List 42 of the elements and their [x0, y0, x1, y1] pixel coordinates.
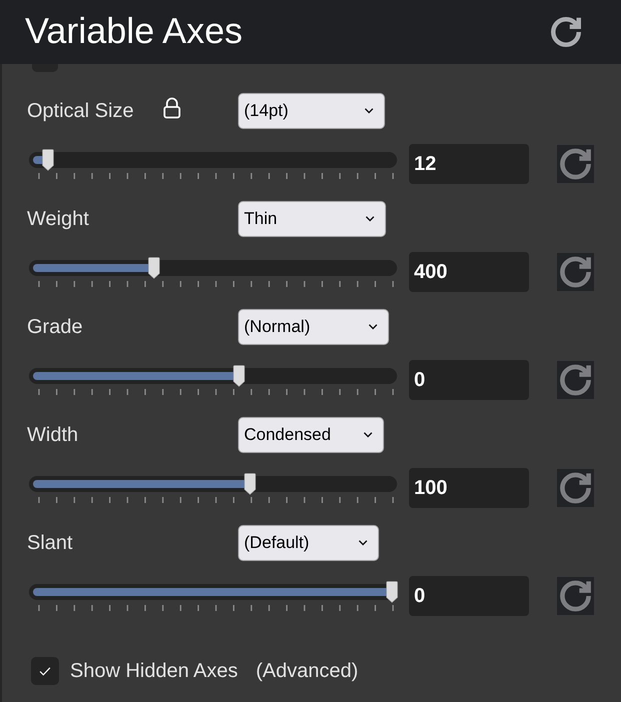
axis-label: Optical Size [27, 101, 134, 121]
chevron-down-icon [365, 216, 375, 222]
value-field[interactable]: 0 [409, 360, 529, 400]
reset-all-button[interactable] [548, 14, 584, 50]
checkmark-icon [39, 666, 51, 676]
value-field[interactable]: 12 [409, 144, 529, 184]
slider-track[interactable] [29, 365, 397, 387]
preset-dropdown[interactable]: (14pt) [238, 93, 385, 129]
slider-thumb[interactable] [42, 149, 54, 171]
reset-button[interactable] [557, 253, 594, 291]
advanced-note: (Advanced) [256, 659, 358, 684]
checkbox[interactable] [31, 657, 59, 685]
slider-thumb[interactable] [386, 581, 398, 603]
axis-label: Weight [27, 209, 89, 229]
axis-label: Grade [27, 317, 83, 337]
axis-label: Slant [27, 533, 73, 553]
slider-thumb[interactable] [244, 473, 256, 495]
value-field[interactable]: 400 [409, 252, 529, 292]
slider-thumb[interactable] [148, 257, 160, 279]
value-field[interactable]: 100 [409, 468, 529, 508]
reset-button[interactable] [557, 577, 594, 615]
chevron-down-icon [364, 108, 374, 114]
slider-thumb[interactable] [233, 365, 246, 387]
axis-label: Width [27, 425, 78, 445]
reset-button[interactable] [557, 361, 594, 399]
slider-track[interactable] [29, 581, 397, 603]
chevron-down-icon [363, 432, 373, 438]
reset-button[interactable] [557, 145, 594, 183]
checkbox-label[interactable]: Show Hidden Axes [70, 656, 238, 686]
reset-button[interactable] [557, 469, 594, 507]
chevron-down-icon [368, 324, 378, 330]
chevron-down-icon [358, 540, 368, 546]
circular-arrow-icon [548, 14, 584, 50]
preset-dropdown[interactable]: Thin [238, 201, 386, 237]
slider-track[interactable] [29, 149, 397, 171]
slider-track[interactable] [29, 257, 397, 279]
preset-dropdown[interactable]: (Default) [238, 525, 379, 561]
value-field[interactable]: 0 [409, 576, 529, 616]
preset-dropdown[interactable]: (Normal) [238, 309, 389, 345]
preset-dropdown[interactable]: Condensed [238, 417, 384, 453]
panel-title: Variable Axes [25, 13, 242, 51]
slider-track[interactable] [29, 473, 397, 495]
